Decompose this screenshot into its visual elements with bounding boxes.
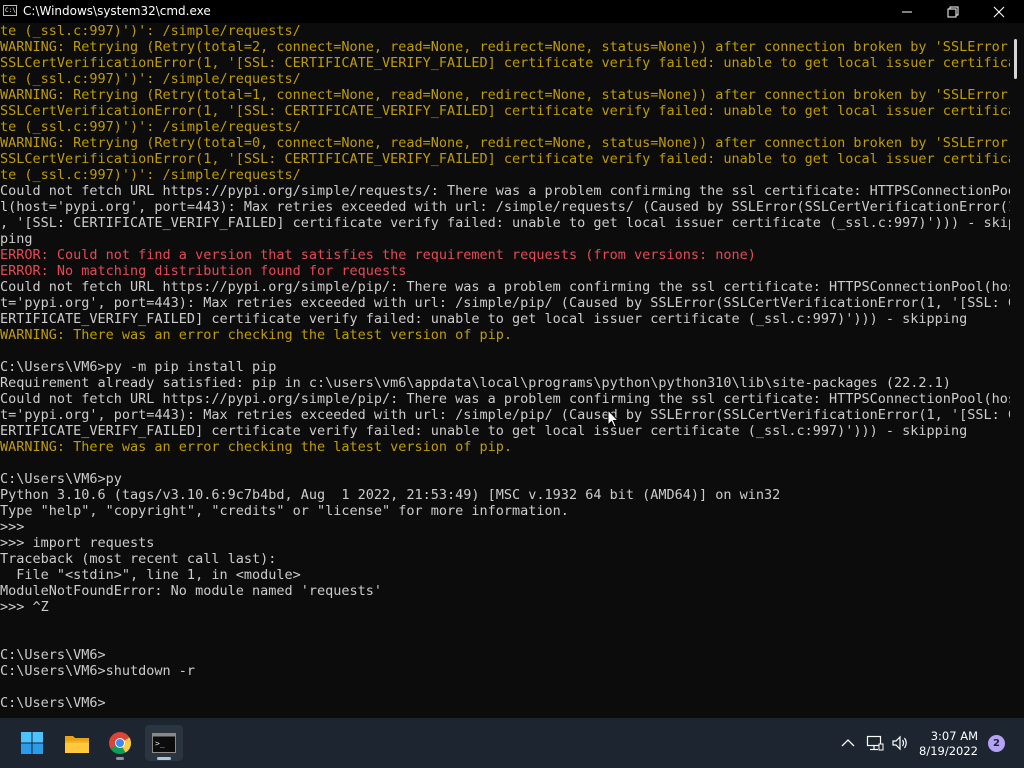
console-line: Could not fetch URL https://pypi.org/sim… — [0, 183, 1010, 199]
network-icon — [866, 735, 884, 751]
running-indicator — [116, 757, 124, 760]
console-line: C:\Users\VM6>py -m pip install pip — [0, 359, 277, 375]
volume-icon — [892, 735, 907, 751]
title-bar[interactable]: C:\ C:\Windows\system32\cmd.exe — [0, 0, 1024, 23]
console-warning-line: SSLCertVerificationError(1, '[SSL: CERTI… — [0, 55, 1010, 71]
maximize-icon — [947, 6, 959, 17]
chevron-up-icon — [841, 739, 855, 747]
clock-time: 3:07 AM — [930, 729, 978, 743]
scrollbar-thumb[interactable] — [1014, 39, 1017, 79]
file-explorer-icon — [65, 736, 89, 753]
cmd-app-icon[interactable]: C:\ — [3, 5, 17, 16]
taskbar-file-explorer[interactable] — [58, 725, 96, 761]
console-line: Type "help", "copyright", "credits" or "… — [0, 503, 569, 519]
minimize-icon — [902, 11, 912, 12]
console-line: >>> ^Z — [0, 599, 49, 615]
console-output[interactable]: te (_ssl.c:997)')': /simple/requests/WAR… — [0, 23, 1010, 718]
console-line: File "<stdin>", line 1, in <module> — [0, 567, 301, 583]
console-warning-line: te (_ssl.c:997)')': /simple/requests/ — [0, 167, 301, 183]
network-button[interactable] — [865, 734, 885, 752]
console-error-line: ERROR: Could not find a version that sat… — [0, 247, 756, 263]
terminal-icon: >_ — [152, 733, 176, 753]
clock-date: 8/19/2022 — [919, 744, 978, 758]
console-line: ERTIFICATE_VERIFY_FAILED] certificate ve… — [0, 423, 968, 439]
console-line: l(host='pypi.org', port=443): Max retrie… — [0, 199, 1010, 215]
console-warning-line: SSLCertVerificationError(1, '[SSL: CERTI… — [0, 151, 1010, 167]
console-warning-line: WARNING: There was an error checking the… — [0, 327, 513, 343]
notification-badge[interactable]: 2 — [988, 735, 1005, 752]
console-line: Requirement already satisfied: pip in c:… — [0, 375, 951, 391]
console-warning-line: SSLCertVerificationError(1, '[SSL: CERTI… — [0, 103, 1010, 119]
maximize-button[interactable] — [930, 0, 976, 23]
volume-button[interactable] — [890, 734, 910, 752]
system-clock[interactable]: 3:07 AM 8/19/2022 — [919, 729, 978, 759]
console-warning-line: WARNING: Retrying (Retry(total=2, connec… — [0, 39, 1010, 55]
console-warning-line: WARNING: Retrying (Retry(total=1, connec… — [0, 87, 1010, 103]
console-line: >>> import requests — [0, 535, 155, 551]
scrollbar[interactable] — [1010, 23, 1024, 718]
console-line: ERTIFICATE_VERIFY_FAILED] certificate ve… — [0, 311, 968, 327]
minimize-button[interactable] — [884, 0, 930, 23]
console-line: Could not fetch URL https://pypi.org/sim… — [0, 279, 1010, 295]
mouse-cursor-icon — [607, 409, 619, 428]
close-button[interactable] — [976, 0, 1022, 23]
console-error-line: ERROR: No matching distribution found fo… — [0, 263, 407, 279]
active-indicator — [157, 757, 171, 760]
console-line: Python 3.10.6 (tags/v3.10.6:9c7b4bd, Aug… — [0, 487, 781, 503]
console-warning-line: WARNING: Retrying (Retry(total=0, connec… — [0, 135, 1010, 151]
console-lines: te (_ssl.c:997)')': /simple/requests/WAR… — [0, 23, 1010, 711]
start-icon — [21, 732, 43, 754]
chrome-icon — [109, 732, 131, 754]
svg-text:>_: >_ — [155, 739, 165, 748]
taskbar: >_ 3:07 AM 8/19/2022 2 — [0, 718, 1024, 768]
console-warning-line: te (_ssl.c:997)')': /simple/requests/ — [0, 71, 301, 87]
console-line: Traceback (most recent call last): — [0, 551, 277, 567]
console-line: C:\Users\VM6> — [0, 695, 106, 711]
console-line: C:\Users\VM6>shutdown -r — [0, 663, 196, 679]
console-line: t='pypi.org', port=443): Max retries exc… — [0, 407, 1010, 423]
taskbar-terminal[interactable]: >_ — [145, 725, 183, 761]
console-line: ModuleNotFoundError: No module named 're… — [0, 583, 383, 599]
window-title: C:\Windows\system32\cmd.exe — [23, 4, 211, 18]
start-button[interactable] — [13, 725, 51, 761]
console-line: Could not fetch URL https://pypi.org/sim… — [0, 391, 1010, 407]
console-line: ping — [0, 231, 33, 247]
console-line: C:\Users\VM6>py — [0, 471, 122, 487]
console-warning-line: te (_ssl.c:997)')': /simple/requests/ — [0, 23, 301, 39]
show-hidden-icons-button[interactable] — [838, 734, 858, 752]
close-icon — [993, 6, 1005, 17]
console-line: C:\Users\VM6> — [0, 647, 106, 663]
taskbar-chrome[interactable] — [101, 725, 139, 761]
console-line: t='pypi.org', port=443): Max retries exc… — [0, 295, 1010, 311]
console-warning-line: te (_ssl.c:997)')': /simple/requests/ — [0, 119, 301, 135]
console-warning-line: WARNING: There was an error checking the… — [0, 439, 513, 455]
console-line: , '[SSL: CERTIFICATE_VERIFY_FAILED] cert… — [0, 215, 1010, 231]
console-line: >>> — [0, 519, 25, 535]
